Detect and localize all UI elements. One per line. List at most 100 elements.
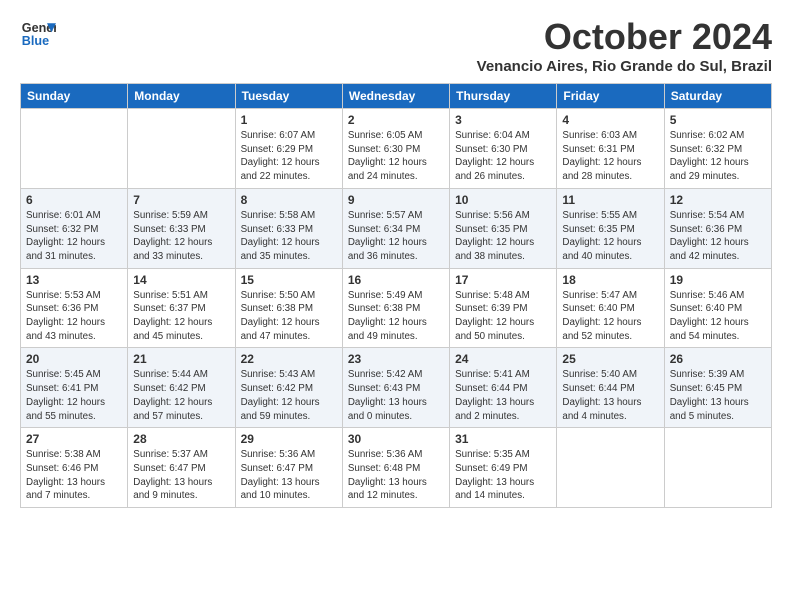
calendar-cell: 10 Sunrise: 5:56 AM Sunset: 6:35 PM Dayli… — [450, 188, 557, 268]
day-info: Sunrise: 6:01 AM Sunset: 6:32 PM Dayligh… — [26, 209, 122, 264]
logo: General Blue — [20, 16, 56, 52]
calendar-cell: 12Sunrise: 5:54 AM Sunset: 6:36 PM Dayli… — [664, 188, 771, 268]
col-header-saturday: Saturday — [664, 84, 771, 109]
day-info: Sunrise: 5:51 AM Sunset: 6:37 PM Dayligh… — [133, 289, 229, 344]
day-info: Sunrise: 5:54 AM Sunset: 6:36 PM Dayligh… — [670, 209, 766, 264]
day-info: Sunrise: 5:53 AM Sunset: 6:36 PM Dayligh… — [26, 289, 122, 344]
day-number: 27 — [26, 432, 122, 446]
day-number: 14 — [133, 273, 229, 287]
day-number: 29 — [241, 432, 337, 446]
day-info: Sunrise: 5:38 AM Sunset: 6:46 PM Dayligh… — [26, 448, 122, 503]
calendar-cell: 17 Sunrise: 5:48 AM Sunset: 6:39 PM Dayli… — [450, 268, 557, 348]
col-header-wednesday: Wednesday — [342, 84, 449, 109]
calendar-cell — [21, 109, 128, 189]
day-number: 5 — [670, 113, 766, 127]
day-info: Sunrise: 6:03 AM Sunset: 6:31 PM Dayligh… — [562, 129, 658, 184]
calendar-cell: 5Sunrise: 6:02 AM Sunset: 6:32 PM Daylig… — [664, 109, 771, 189]
day-number: 9 — [348, 193, 444, 207]
day-number: 4 — [562, 113, 658, 127]
calendar-cell — [128, 109, 235, 189]
calendar-cell: 2 Sunrise: 6:05 AM Sunset: 6:30 PM Daylig… — [342, 109, 449, 189]
day-number: 28 — [133, 432, 229, 446]
title-block: October 2024 Venancio Aires, Rio Grande … — [477, 16, 772, 75]
calendar-cell: 29Sunrise: 5:36 AM Sunset: 6:47 PM Dayli… — [235, 428, 342, 508]
calendar-cell: 3 Sunrise: 6:04 AM Sunset: 6:30 PM Daylig… — [450, 109, 557, 189]
day-info: Sunrise: 5:56 AM Sunset: 6:35 PM Dayligh… — [455, 209, 551, 264]
day-number: 18 — [562, 273, 658, 287]
day-number: 26 — [670, 352, 766, 366]
calendar-cell: 6 Sunrise: 6:01 AM Sunset: 6:32 PM Daylig… — [21, 188, 128, 268]
day-info: Sunrise: 5:47 AM Sunset: 6:40 PM Dayligh… — [562, 289, 658, 344]
col-header-sunday: Sunday — [21, 84, 128, 109]
day-info: Sunrise: 5:40 AM Sunset: 6:44 PM Dayligh… — [562, 368, 658, 423]
day-number: 31 — [455, 432, 551, 446]
day-info: Sunrise: 5:39 AM Sunset: 6:45 PM Dayligh… — [670, 368, 766, 423]
day-number: 13 — [26, 273, 122, 287]
col-header-tuesday: Tuesday — [235, 84, 342, 109]
calendar-cell: 7 Sunrise: 5:59 AM Sunset: 6:33 PM Daylig… — [128, 188, 235, 268]
week-row-2: 6 Sunrise: 6:01 AM Sunset: 6:32 PM Daylig… — [21, 188, 772, 268]
col-header-monday: Monday — [128, 84, 235, 109]
day-number: 17 — [455, 273, 551, 287]
day-info: Sunrise: 5:59 AM Sunset: 6:33 PM Dayligh… — [133, 209, 229, 264]
day-number: 7 — [133, 193, 229, 207]
calendar-cell: 19 Sunrise: 5:46 AM Sunset: 6:40 PM Dayli… — [664, 268, 771, 348]
day-number: 2 — [348, 113, 444, 127]
day-info: Sunrise: 5:46 AM Sunset: 6:40 PM Dayligh… — [670, 289, 766, 344]
day-number: 22 — [241, 352, 337, 366]
calendar-cell: 16Sunrise: 5:49 AM Sunset: 6:38 PM Dayli… — [342, 268, 449, 348]
day-info: Sunrise: 6:07 AM Sunset: 6:29 PM Dayligh… — [241, 129, 337, 184]
day-info: Sunrise: 5:48 AM Sunset: 6:39 PM Dayligh… — [455, 289, 551, 344]
day-info: Sunrise: 5:55 AM Sunset: 6:35 PM Dayligh… — [562, 209, 658, 264]
day-number: 19 — [670, 273, 766, 287]
calendar-cell: 1 Sunrise: 6:07 AM Sunset: 6:29 PM Daylig… — [235, 109, 342, 189]
day-number: 24 — [455, 352, 551, 366]
day-number: 11 — [562, 193, 658, 207]
day-number: 3 — [455, 113, 551, 127]
day-number: 6 — [26, 193, 122, 207]
day-number: 1 — [241, 113, 337, 127]
calendar-cell: 30Sunrise: 5:36 AM Sunset: 6:48 PM Dayli… — [342, 428, 449, 508]
calendar-cell: 27 Sunrise: 5:38 AM Sunset: 6:46 PM Dayli… — [21, 428, 128, 508]
day-info: Sunrise: 5:50 AM Sunset: 6:38 PM Dayligh… — [241, 289, 337, 344]
calendar-cell: 31Sunrise: 5:35 AM Sunset: 6:49 PM Dayli… — [450, 428, 557, 508]
calendar-cell: 13 Sunrise: 5:53 AM Sunset: 6:36 PM Dayli… — [21, 268, 128, 348]
calendar-cell: 25 Sunrise: 5:40 AM Sunset: 6:44 PM Dayli… — [557, 348, 664, 428]
calendar-table: SundayMondayTuesdayWednesdayThursdayFrid… — [20, 83, 772, 508]
day-info: Sunrise: 5:43 AM Sunset: 6:42 PM Dayligh… — [241, 368, 337, 423]
day-info: Sunrise: 5:58 AM Sunset: 6:33 PM Dayligh… — [241, 209, 337, 264]
day-number: 30 — [348, 432, 444, 446]
calendar-cell: 14 Sunrise: 5:51 AM Sunset: 6:37 PM Dayli… — [128, 268, 235, 348]
day-number: 10 — [455, 193, 551, 207]
calendar-cell: 4 Sunrise: 6:03 AM Sunset: 6:31 PM Daylig… — [557, 109, 664, 189]
day-number: 16 — [348, 273, 444, 287]
calendar-cell: 15 Sunrise: 5:50 AM Sunset: 6:38 PM Dayli… — [235, 268, 342, 348]
page-header: General Blue October 2024 Venancio Aires… — [20, 16, 772, 75]
day-number: 20 — [26, 352, 122, 366]
day-info: Sunrise: 6:05 AM Sunset: 6:30 PM Dayligh… — [348, 129, 444, 184]
day-info: Sunrise: 6:04 AM Sunset: 6:30 PM Dayligh… — [455, 129, 551, 184]
calendar-cell — [664, 428, 771, 508]
day-info: Sunrise: 5:57 AM Sunset: 6:34 PM Dayligh… — [348, 209, 444, 264]
calendar-cell: 24Sunrise: 5:41 AM Sunset: 6:44 PM Dayli… — [450, 348, 557, 428]
calendar-cell — [557, 428, 664, 508]
day-number: 15 — [241, 273, 337, 287]
day-number: 25 — [562, 352, 658, 366]
location-title: Venancio Aires, Rio Grande do Sul, Brazi… — [477, 58, 772, 75]
logo-icon: General Blue — [20, 16, 56, 52]
calendar-cell: 22 Sunrise: 5:43 AM Sunset: 6:42 PM Dayli… — [235, 348, 342, 428]
week-row-5: 27 Sunrise: 5:38 AM Sunset: 6:46 PM Dayli… — [21, 428, 772, 508]
calendar-cell: 8 Sunrise: 5:58 AM Sunset: 6:33 PM Daylig… — [235, 188, 342, 268]
week-row-1: 1 Sunrise: 6:07 AM Sunset: 6:29 PM Daylig… — [21, 109, 772, 189]
month-title: October 2024 — [477, 16, 772, 58]
calendar-cell: 21Sunrise: 5:44 AM Sunset: 6:42 PM Dayli… — [128, 348, 235, 428]
day-info: Sunrise: 5:44 AM Sunset: 6:42 PM Dayligh… — [133, 368, 229, 423]
col-header-friday: Friday — [557, 84, 664, 109]
day-info: Sunrise: 5:42 AM Sunset: 6:43 PM Dayligh… — [348, 368, 444, 423]
calendar-cell: 11 Sunrise: 5:55 AM Sunset: 6:35 PM Dayli… — [557, 188, 664, 268]
header-row: SundayMondayTuesdayWednesdayThursdayFrid… — [21, 84, 772, 109]
day-info: Sunrise: 5:37 AM Sunset: 6:47 PM Dayligh… — [133, 448, 229, 503]
day-number: 8 — [241, 193, 337, 207]
calendar-cell: 20Sunrise: 5:45 AM Sunset: 6:41 PM Dayli… — [21, 348, 128, 428]
day-number: 23 — [348, 352, 444, 366]
